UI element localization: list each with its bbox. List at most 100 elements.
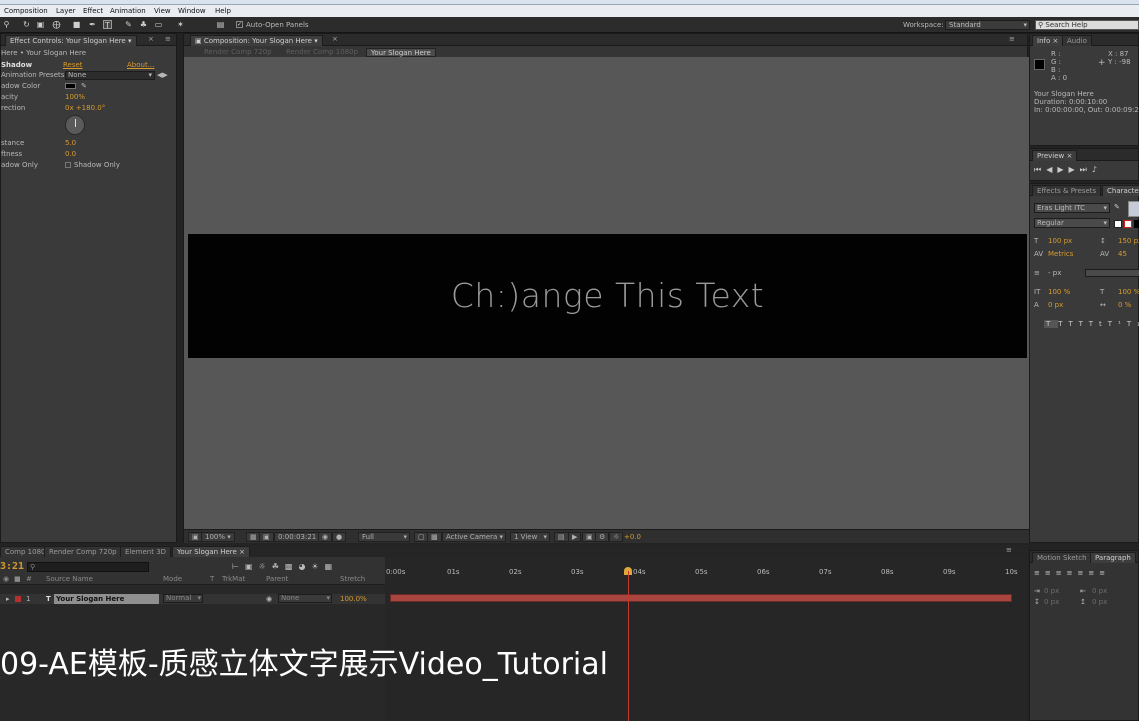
layer-duration-bar[interactable] <box>390 594 1012 602</box>
menu-composition[interactable]: Composition <box>4 7 48 15</box>
source-name-header[interactable]: Source Name <box>46 575 93 583</box>
indent-right-value[interactable]: 0 px <box>1092 586 1107 596</box>
shadow-only-checkbox[interactable] <box>65 162 71 168</box>
tab-composition[interactable]: ▣ Composition: Your Slogan Here ▾ <box>190 35 323 46</box>
subtab-your-slogan-here[interactable]: Your Slogan Here <box>366 48 436 57</box>
horizontal-scale-value[interactable]: 100 % <box>1118 287 1139 297</box>
show-channel-icon[interactable]: ● <box>332 532 347 542</box>
stroke-width-value[interactable]: - px <box>1048 268 1061 278</box>
justify-last-right-icon[interactable]: ≡ <box>1088 569 1099 577</box>
composition-frame[interactable]: Ch:)ange This Text <box>188 234 1027 358</box>
subtab-render-comp-720p[interactable]: Render Comp 720p <box>200 48 276 57</box>
direction-dial[interactable] <box>65 115 85 135</box>
tsume-value[interactable]: 0 % <box>1118 300 1131 310</box>
snapshot-icon[interactable]: ◉ <box>318 532 333 542</box>
justify-last-left-icon[interactable]: ≡ <box>1067 569 1078 577</box>
no-color-swatch[interactable] <box>1124 220 1132 228</box>
play-icon[interactable]: ▶ <box>1057 165 1068 174</box>
mode-header[interactable]: Mode <box>163 575 182 583</box>
black-swatch[interactable] <box>1134 220 1139 228</box>
font-family-dropdown[interactable]: Eras Light ITC ▾ <box>1034 203 1110 213</box>
tab-effect-controls[interactable]: Effect Controls: Your Slogan Here ▾ <box>5 35 137 46</box>
white-swatch[interactable] <box>1114 220 1122 228</box>
expand-arrow-icon[interactable]: ▸ <box>6 595 10 603</box>
next-frame-icon[interactable]: ▶ <box>1069 165 1080 174</box>
tab-info[interactable]: Info × <box>1032 35 1064 46</box>
shadow-color-swatch[interactable] <box>65 83 76 89</box>
workspace-dropdown[interactable]: Standard ▾ <box>945 20 1030 30</box>
align-right-icon[interactable]: ≡ <box>1056 569 1067 577</box>
about-link[interactable]: About... <box>127 60 154 70</box>
camera-tool-icon[interactable]: ▣ <box>36 20 45 29</box>
all-caps-icon[interactable]: TT <box>1068 320 1088 328</box>
eyedropper-icon[interactable]: ✎ <box>1114 203 1120 211</box>
draft-3d-icon[interactable]: ☼ <box>259 562 272 571</box>
zoom-tool-icon[interactable]: ⚲ <box>2 20 11 29</box>
stretch-header[interactable]: Stretch <box>340 575 365 583</box>
layer-mode-dropdown[interactable]: Normal ▾ <box>163 594 203 603</box>
pen-tool-icon[interactable]: ✒ <box>88 20 97 29</box>
tab-motion-sketch[interactable]: Motion Sketch <box>1032 552 1092 563</box>
motion-blur-icon[interactable]: ◕ <box>298 562 311 571</box>
align-left-icon[interactable]: ≡ <box>1034 569 1045 577</box>
panel-menu-icon[interactable]: ≡ <box>1009 35 1015 43</box>
trkmat-header[interactable]: TrkMat <box>222 575 245 583</box>
softness-value[interactable]: 0.0 <box>65 149 76 159</box>
time-ruler[interactable]: 0:00s 01s 02s 03s 04s 05s 06s 07s 08s 09… <box>385 565 1018 583</box>
tab-your-slogan-here[interactable]: Your Slogan Here × <box>172 546 250 557</box>
t-header[interactable]: T <box>210 575 214 583</box>
view-layout-dropdown[interactable]: 1 View ▾ <box>510 532 550 542</box>
last-frame-icon[interactable]: ⏭ <box>1080 165 1092 174</box>
parent-header[interactable]: Parent <box>266 575 288 583</box>
menu-help[interactable]: Help <box>215 7 231 15</box>
tab-preview[interactable]: Preview × <box>1032 150 1078 161</box>
fast-preview-icon[interactable]: ▶ <box>568 532 582 542</box>
stroke-style-dropdown[interactable] <box>1085 269 1139 277</box>
eyedropper-icon[interactable]: ✎ <box>81 82 87 90</box>
layer-search-input[interactable]: ⚲ <box>27 562 149 572</box>
toggle-pixel-icon[interactable]: ▤ <box>554 532 569 542</box>
prev-frame-icon[interactable]: ◀ <box>1046 165 1057 174</box>
tab-character[interactable]: Characte <box>1102 185 1139 196</box>
menu-animation[interactable]: Animation <box>110 7 146 15</box>
exposure-icon[interactable]: ☼ <box>609 532 624 542</box>
timecode-display[interactable]: 0:00:03:21 <box>274 532 321 542</box>
faux-bold-icon[interactable]: T <box>1044 320 1059 328</box>
search-help-input[interactable]: ⚲ Search Help <box>1035 20 1139 30</box>
fill-color-swatch[interactable] <box>1128 201 1139 217</box>
tab-element-3d[interactable]: Element 3D <box>120 546 172 557</box>
baseline-shift-value[interactable]: 0 px <box>1048 300 1063 310</box>
tab-paragraph[interactable]: Paragraph <box>1090 552 1136 563</box>
faux-italic-icon[interactable]: T <box>1058 320 1068 328</box>
brush-tool-icon[interactable]: ✎ <box>124 20 133 29</box>
close-icon[interactable]: × <box>332 35 338 43</box>
justify-last-center-icon[interactable]: ≡ <box>1078 569 1089 577</box>
distance-value[interactable]: 5.0 <box>65 138 76 148</box>
timeline-timecode[interactable]: 3:21 <box>0 561 24 572</box>
direction-value[interactable]: 0x +180.0° <box>65 103 105 113</box>
exposure-value[interactable]: +0.0 <box>624 533 641 541</box>
preset-nav-icon[interactable]: ◀▶ <box>157 70 168 80</box>
eraser-tool-icon[interactable]: ▭ <box>154 20 163 29</box>
tab-audio[interactable]: Audio <box>1062 35 1092 46</box>
comp-mini-flowchart-icon[interactable]: ⊢ <box>232 562 245 571</box>
small-caps-icon[interactable]: Tt <box>1089 320 1108 328</box>
puppet-tool-icon[interactable]: ✶ <box>176 20 185 29</box>
menu-layer[interactable]: Layer <box>56 7 76 15</box>
audio-icon[interactable]: ♪ <box>1092 165 1102 174</box>
first-frame-icon[interactable]: ⏮ <box>1034 165 1046 174</box>
space-after-value[interactable]: 0 px <box>1092 597 1107 607</box>
zoom-dropdown[interactable]: 100% ▾ <box>201 532 235 542</box>
brainstorm-icon[interactable]: ☀ <box>311 562 324 571</box>
rotate-tool-icon[interactable]: ↻ <box>22 20 31 29</box>
label-color-swatch[interactable] <box>15 596 21 602</box>
animation-presets-dropdown[interactable]: None ▾ <box>65 71 155 80</box>
panel-menu-icon[interactable]: ≡ <box>1006 546 1012 554</box>
table-row[interactable]: ▸ 1 T Your Slogan Here Normal ▾ ◉ None ▾ 1… <box>0 594 385 604</box>
font-style-dropdown[interactable]: Regular ▾ <box>1034 218 1110 228</box>
grid-icon[interactable]: ▣ <box>259 532 274 542</box>
vertical-scale-value[interactable]: 100 % <box>1048 287 1070 297</box>
close-icon[interactable]: × <box>148 35 154 43</box>
layer-stretch-value[interactable]: 100.0% <box>340 595 367 603</box>
tab-render-comp-720p[interactable]: Render Comp 720p <box>44 546 122 557</box>
